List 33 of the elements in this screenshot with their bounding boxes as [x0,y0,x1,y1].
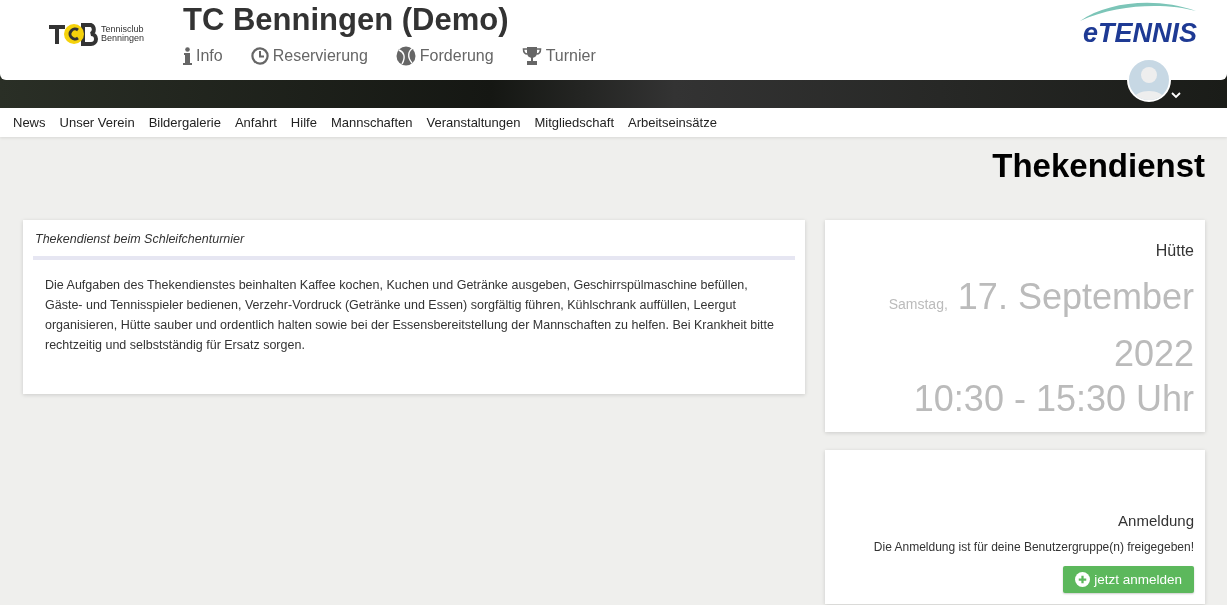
club-logo-text: Tennisclub [101,25,145,34]
plus-circle-icon [1075,572,1091,587]
tennis-ball-icon [395,46,416,66]
nav-link[interactable]: Arbeitseinsätze [628,115,717,130]
nav-link[interactable]: News [13,115,46,130]
nav-link[interactable]: Veranstaltungen [426,115,521,130]
page-title: Thekendienst [991,149,1205,183]
date-text: 17. September 2022 [957,276,1194,374]
club-logo-text: Benningen [101,34,145,43]
location-label: Hütte [1154,242,1194,260]
menu-link[interactable]: Turnier [521,46,596,66]
signup-title: Anmeldung [1117,512,1194,529]
brand-logo: eTENNIS [1082,18,1197,48]
info-icon [183,47,192,65]
clock-icon [250,47,269,65]
chevron-down-icon[interactable] [1171,92,1181,99]
description-text: Die Aufgaben des Thekendienstes beinhalten Kaffee kochen, Kuchen und Getränke ausgeben, Geschirrspülmaschine befüllen, Gäste- und Tennisspieler bedienen, Verzehr-Vordruck (Getränke und Essen) sorgfältig führen, Kühlschrank auffüllen, Leergut organisieren, Hütte sauber und ordentlich halten sowie bei der Essensbereitstellung der Mannschaften zu helfen. Bei Krankheit bitte rechtzeitig und selbstständig für Ersatz sorgen. [44,277,775,354]
nav-link[interactable]: Mannschaften [330,115,413,130]
trophy-icon [521,46,542,66]
menu-link[interactable]: Reservierung [250,46,368,66]
weekday-text: Samstag, [888,296,948,312]
nav-link[interactable]: Bildergalerie [148,115,221,130]
club-title: TC Benningen (Demo) [183,1,510,39]
nav-link[interactable]: Anfahrt [234,115,277,130]
card-title: Thekendienst beim Schleifchenturnier [33,220,795,260]
nav-link[interactable]: Hilfe [290,115,317,130]
time-text: 10:30 - 15:30 Uhr [912,379,1194,419]
menu-link[interactable]: Forderung [395,46,494,66]
menu-link[interactable]: Info [183,46,223,66]
signup-message: Die Anmeldung ist für deine Benutzergruppe(n) freigegeben! [872,540,1194,554]
nav-link[interactable]: Unser Verein [59,115,135,130]
club-logo-icon [49,22,99,46]
nav-link[interactable]: Mitgliedschaft [534,115,614,130]
